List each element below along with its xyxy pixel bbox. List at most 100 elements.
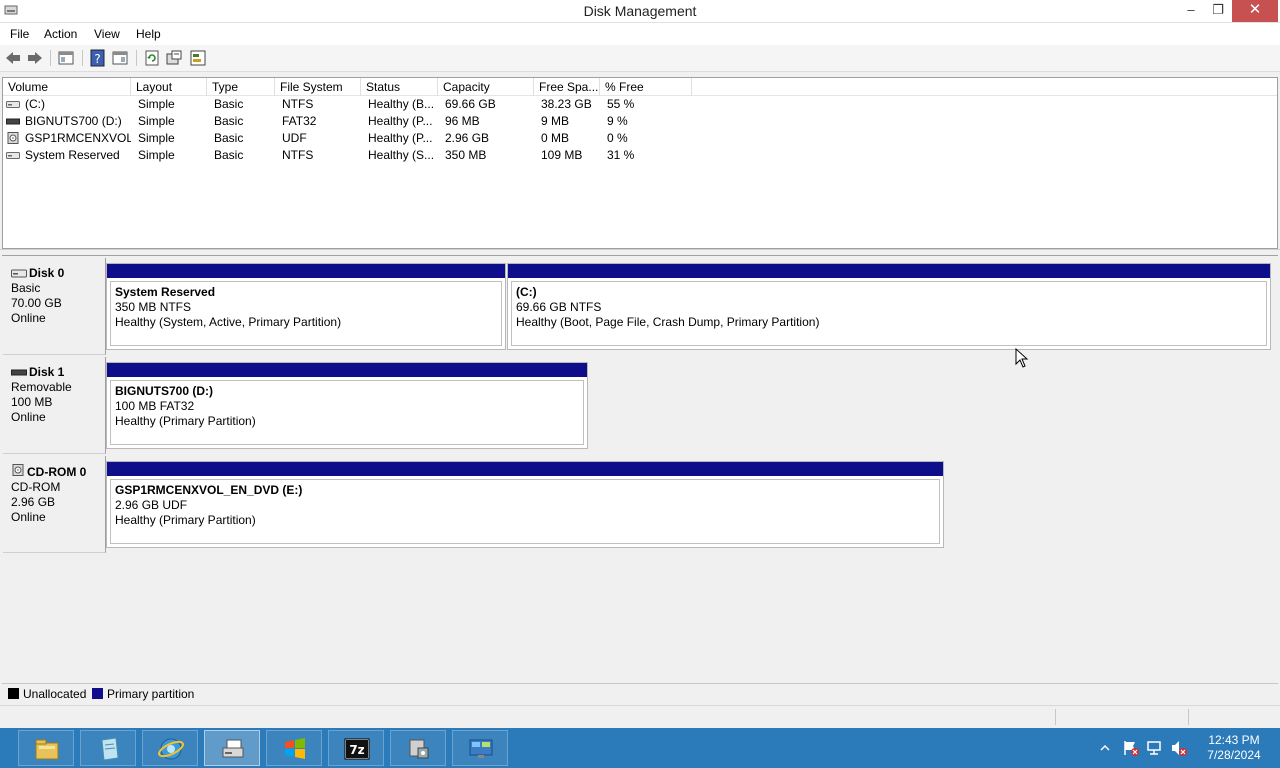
disk-0-label[interactable]: Disk 0 Basic 70.00 GB Online: [3, 258, 106, 355]
status-bar-divider: [1055, 709, 1056, 725]
cd-rom-icon: [12, 464, 24, 476]
rescan-disks-icon[interactable]: [165, 49, 183, 67]
cell-percent-free: 55 %: [607, 97, 635, 111]
cell-file-system: FAT32: [282, 114, 317, 128]
cell-file-system: NTFS: [282, 97, 314, 111]
cell-status: Healthy (B...: [368, 97, 435, 111]
partition-name: System Reserved: [115, 285, 216, 299]
cell-free-space: 109 MB: [541, 148, 583, 162]
taskbar-control-panel[interactable]: [452, 730, 508, 766]
taskbar-disk-management[interactable]: [204, 730, 260, 766]
column-header-layout[interactable]: Layout: [131, 78, 207, 96]
volume-row[interactable]: BIGNUTS700 (D:) Simple Basic FAT32 Healt…: [3, 113, 703, 130]
column-header-file-system[interactable]: File System: [275, 78, 361, 96]
cell-free-space: 38.23 GB: [541, 97, 592, 111]
cell-capacity: 350 MB: [445, 148, 487, 162]
show-hidden-icons-icon[interactable]: [1100, 743, 1110, 753]
cell-layout: Simple: [138, 131, 175, 145]
volume-list[interactable]: Volume Layout Type File System Status Ca…: [2, 77, 1278, 249]
refresh-icon[interactable]: [143, 49, 161, 67]
primary-partition-swatch: [92, 688, 103, 699]
computer-management-icon: [409, 739, 429, 759]
cd-volume-icon: [7, 132, 19, 144]
cell-volume: System Reserved: [25, 148, 120, 162]
primary-partition-bar: [107, 363, 587, 377]
toolbar-separator: [50, 50, 51, 66]
disk-icon: [11, 269, 27, 278]
properties-icon[interactable]: [111, 49, 129, 67]
cell-layout: Simple: [138, 148, 175, 162]
disk-type: Basic: [11, 281, 41, 295]
title-bar: Disk Management – ❐ ✕: [0, 0, 1280, 23]
action-center-flag-icon[interactable]: [1122, 739, 1140, 757]
partition-d[interactable]: BIGNUTS700 (D:) 100 MB FAT32 Healthy (Pr…: [106, 362, 588, 449]
forward-icon[interactable]: [26, 49, 44, 67]
disk-management-icon: [222, 739, 244, 758]
cell-volume: BIGNUTS700 (D:): [25, 114, 122, 128]
file-explorer-icon: [35, 739, 59, 760]
column-header-free-space[interactable]: Free Spa...: [534, 78, 600, 96]
column-header-percent-free[interactable]: % Free: [600, 78, 692, 96]
cdrom-0-label[interactable]: CD-ROM 0 CD-ROM 2.96 GB Online: [3, 456, 106, 553]
partition-status: Healthy (System, Active, Primary Partiti…: [115, 315, 342, 329]
taskbar-notepad[interactable]: [80, 730, 136, 766]
menu-action[interactable]: Action: [44, 27, 77, 41]
close-button[interactable]: ✕: [1232, 0, 1278, 22]
disk-state: Online: [11, 510, 46, 524]
partition-status: Healthy (Primary Partition): [115, 414, 256, 428]
volume-muted-icon[interactable]: [1170, 739, 1188, 757]
volume-list-header: Volume Layout Type File System Status Ca…: [3, 78, 1277, 96]
volume-row[interactable]: System Reserved Simple Basic NTFS Health…: [3, 147, 703, 164]
cell-layout: Simple: [138, 97, 175, 111]
disk-type: CD-ROM: [11, 480, 61, 494]
partition-name: GSP1RMCENXVOL_EN_DVD (E:): [115, 483, 303, 497]
disk-name: Disk 0: [29, 266, 65, 280]
unallocated-swatch: [8, 688, 19, 699]
cell-type: Basic: [214, 148, 244, 162]
minimize-button[interactable]: –: [1176, 0, 1206, 22]
cell-percent-free: 0 %: [607, 131, 628, 145]
column-header-status[interactable]: Status: [361, 78, 438, 96]
menu-view[interactable]: View: [94, 27, 120, 41]
internet-explorer-icon: [158, 738, 184, 760]
volume-icon: [6, 152, 20, 159]
taskbar-file-explorer[interactable]: [18, 730, 74, 766]
cell-file-system: UDF: [282, 131, 307, 145]
menu-help[interactable]: Help: [136, 27, 161, 41]
column-header-capacity[interactable]: Capacity: [438, 78, 534, 96]
restore-button[interactable]: ❐: [1203, 0, 1233, 22]
help-icon[interactable]: ?: [89, 49, 107, 67]
taskbar-windows-start[interactable]: [266, 730, 322, 766]
disk-size: 2.96 GB: [11, 495, 56, 509]
column-header-volume[interactable]: Volume: [3, 78, 131, 96]
taskbar-7zip[interactable]: 7z: [328, 730, 384, 766]
network-icon[interactable]: [1146, 739, 1164, 757]
partition-name: BIGNUTS700 (D:): [115, 384, 214, 398]
taskbar-internet-explorer[interactable]: [142, 730, 198, 766]
partition-size: 350 MB NTFS: [115, 300, 192, 314]
menu-bar: File Action View Help: [0, 23, 1280, 45]
volume-row[interactable]: GSP1RMCENXVOL... Simple Basic UDF Health…: [3, 130, 703, 147]
disk-1-label[interactable]: Disk 1 Removable 100 MB Online: [3, 357, 106, 454]
toolbar-separator: [82, 50, 83, 66]
back-icon[interactable]: [4, 49, 22, 67]
partition-size: 100 MB FAT32: [115, 399, 195, 413]
partition-system-reserved[interactable]: System Reserved 350 MB NTFS Healthy (Sys…: [106, 263, 506, 350]
disk-size: 100 MB: [11, 395, 53, 409]
partition-c[interactable]: (C:) 69.66 GB NTFS Healthy (Boot, Page F…: [507, 263, 1271, 350]
partition-e[interactable]: GSP1RMCENXVOL_EN_DVD (E:) 2.96 GB UDF He…: [106, 461, 944, 548]
disk-name: Disk 1: [29, 365, 65, 379]
primary-partition-bar: [107, 264, 505, 278]
cell-percent-free: 31 %: [607, 148, 635, 162]
status-bar: [0, 705, 1280, 728]
menu-file[interactable]: File: [10, 27, 29, 41]
clock[interactable]: 12:43 PM 7/28/2024: [1194, 733, 1274, 763]
export-list-icon[interactable]: [189, 49, 207, 67]
taskbar-computer-management[interactable]: [390, 730, 446, 766]
mouse-cursor-icon: [1015, 348, 1029, 368]
column-header-type[interactable]: Type: [207, 78, 275, 96]
volume-row[interactable]: (C:) Simple Basic NTFS Healthy (B... 69.…: [3, 96, 703, 113]
notepad-icon: [101, 737, 119, 761]
show-hide-console-tree-icon[interactable]: [57, 49, 75, 67]
taskbar: 7z 12:43 PM 7/28/2024: [0, 728, 1280, 768]
